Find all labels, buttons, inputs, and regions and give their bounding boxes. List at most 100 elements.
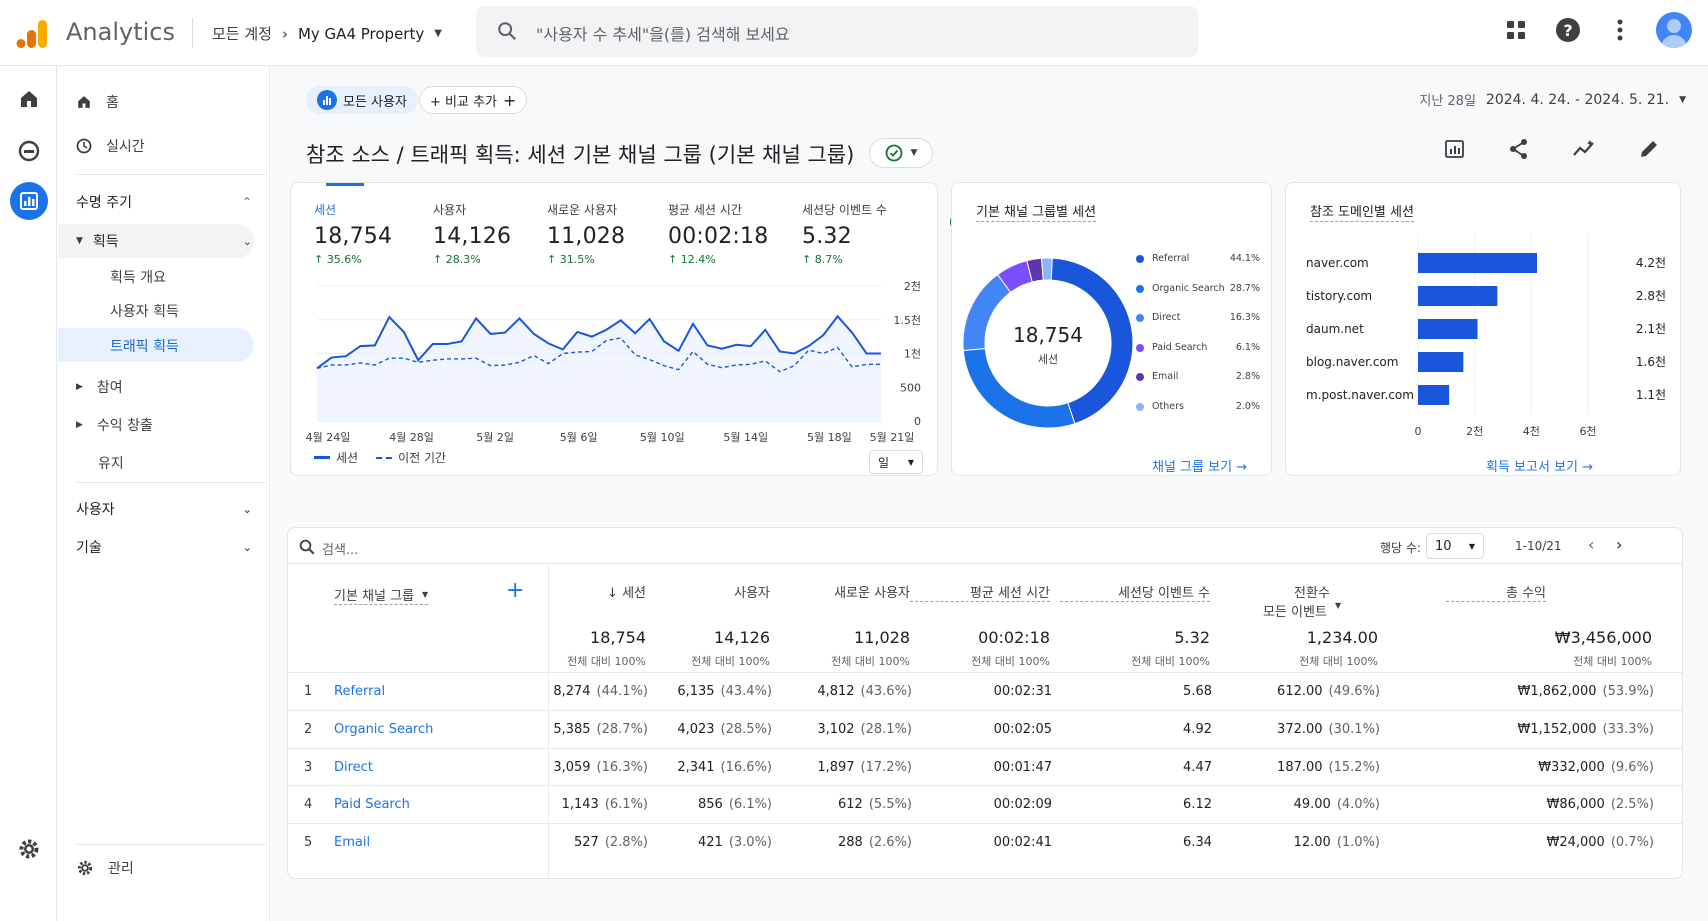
help-icon[interactable]: ? <box>1552 14 1584 46</box>
cell-value: 527 <box>574 835 599 850</box>
legend-label: Others <box>1152 400 1184 412</box>
col-sessions[interactable]: ↓ 세션 <box>526 582 646 601</box>
nav-realtime[interactable]: 실시간 <box>76 136 145 156</box>
cell-value: 3,102 <box>817 722 855 737</box>
nav-user-acq[interactable]: 사용자 획득 <box>110 301 179 321</box>
total-users: 14,126 전체 대비 100% <box>630 628 770 669</box>
nav-user[interactable]: 사용자 ⌄ <box>76 499 252 519</box>
reports-rail-icon[interactable] <box>10 132 48 170</box>
cell-value: 00:02:41 <box>993 835 1052 850</box>
settings-rail-icon[interactable] <box>10 830 48 868</box>
dimension-selector[interactable]: 기본 채널 그룹 ▼ <box>334 585 429 605</box>
bar-category-label: naver.com <box>1306 256 1369 270</box>
account-label: 모든 계정 <box>212 25 272 43</box>
table-cell: 6.12 <box>1072 797 1212 812</box>
table-cell: 372.00 (30.1%) <box>1220 722 1380 737</box>
row-channel-link[interactable]: Email <box>334 835 370 850</box>
prev-page-button[interactable]: ‹ <box>1588 535 1594 554</box>
nav-home[interactable]: 홈 <box>76 92 119 112</box>
customize-report-icon[interactable] <box>1444 138 1466 164</box>
conversion-event-selector[interactable]: 모든 이벤트 ▼ <box>1263 601 1341 620</box>
nav-retention[interactable]: 유지 <box>98 453 124 473</box>
col-revenue[interactable]: 총 수익 <box>1446 582 1546 602</box>
nav-traffic-acq[interactable]: 트래픽 획득 <box>110 336 179 356</box>
cell-value: 2,341 <box>677 760 715 775</box>
cell-pct: (28.5%) <box>720 722 772 737</box>
apps-grid-icon[interactable] <box>1500 14 1532 46</box>
nav-tech[interactable]: 기술 ⌄ <box>76 537 252 557</box>
rows-per-page-select[interactable]: 10 ▼ <box>1426 533 1484 559</box>
analytics-rail-icon[interactable] <box>10 182 48 220</box>
cell-value: 372.00 <box>1277 722 1323 737</box>
cell-pct: (33.3%) <box>1602 722 1654 737</box>
bar-category-label: daum.net <box>1306 322 1364 336</box>
date-range-picker[interactable]: 지난 28일 2024. 4. 24. - 2024. 5. 21. ▼ <box>1419 90 1686 110</box>
col-avg-session[interactable]: 평균 세션 시간 <box>910 582 1050 602</box>
col-events-per-session[interactable]: 세션당 이벤트 수 <box>1060 582 1210 602</box>
legend-pct: 2.0% <box>1235 400 1260 412</box>
channel-group-link[interactable]: 채널 그룹 보기 → <box>1152 456 1247 475</box>
more-vert-icon[interactable] <box>1604 14 1636 46</box>
nav-monetization[interactable]: ▶ 수익 창출 <box>76 415 153 435</box>
nav-acquisition[interactable]: ▼ 획득 ⌄ <box>76 231 252 251</box>
row-channel-link[interactable]: Referral <box>334 684 385 699</box>
table-cell: 4.92 <box>1072 722 1212 737</box>
donut-slice <box>1041 257 1053 281</box>
granularity-value: 일 <box>878 455 890 470</box>
nav-engagement[interactable]: ▶ 참여 <box>76 377 123 397</box>
nav-acq-overview[interactable]: 획득 개요 <box>110 267 166 287</box>
row-number: 3 <box>304 760 313 775</box>
cell-value: 49.00 <box>1293 797 1331 812</box>
search-icon <box>299 539 315 555</box>
col-conversions[interactable]: 전환수 <box>1262 582 1362 601</box>
plus-icon: + <box>503 90 517 110</box>
legend-pct: 6.1% <box>1235 341 1260 353</box>
next-page-button[interactable]: › <box>1616 535 1622 554</box>
granularity-select[interactable]: 일 ▼ <box>869 450 923 474</box>
account-breadcrumb[interactable]: 모든 계정 › My GA4 Property ▼ <box>212 23 442 44</box>
donut-legend-item: Referral 44.1% <box>1136 253 1260 264</box>
rows-per-page-value: 10 <box>1435 538 1452 554</box>
avatar[interactable] <box>1656 12 1692 48</box>
cell-pct: (2.6%) <box>868 835 912 850</box>
app-name: Analytics <box>66 18 175 46</box>
legend-label: Direct <box>1152 312 1181 323</box>
nav-lifecycle[interactable]: 수명 주기 ⌃ <box>76 192 252 212</box>
date-range-label: 지난 28일 <box>1419 94 1476 109</box>
legend-pct: 28.7% <box>1229 282 1260 294</box>
cell-value: 288 <box>838 835 863 850</box>
share-icon[interactable] <box>1508 138 1530 164</box>
row-channel-link[interactable]: Paid Search <box>334 797 410 812</box>
all-users-chip[interactable]: 모든 사용자 <box>306 86 418 114</box>
cell-pct: (5.5%) <box>868 797 912 812</box>
search-bar[interactable]: "사용자 수 추세"을(를) 검색해 보세요 <box>476 6 1198 57</box>
conversion-event-label: 모든 이벤트 <box>1263 605 1327 620</box>
table-search-input[interactable]: 검색... <box>322 539 358 558</box>
col-new-users[interactable]: 새로운 사용자 <box>770 582 910 601</box>
analytics-logo[interactable] <box>16 16 50 50</box>
row-number: 2 <box>304 722 313 737</box>
x-tick-label: 5월 6일 <box>560 430 598 444</box>
add-dimension-button[interactable]: + <box>506 578 524 603</box>
title-status-button[interactable]: ▼ <box>869 138 933 168</box>
row-channel-link[interactable]: Organic Search <box>334 722 433 737</box>
donut-legend-item: Email 2.8% <box>1136 371 1260 382</box>
table-cell: 3,059 (16.3%) <box>508 760 648 775</box>
edit-pencil-icon[interactable] <box>1638 138 1660 164</box>
table-cell: 527 (2.8%) <box>508 835 648 850</box>
home-rail-icon[interactable] <box>10 80 48 118</box>
row-channel-link[interactable]: Direct <box>334 760 373 775</box>
add-compare-button[interactable]: + 비교 추가 + <box>419 86 528 114</box>
cell-value: 4.47 <box>1183 760 1212 775</box>
nav-admin[interactable]: 관리 <box>76 858 134 878</box>
table-cell: 187.00 (15.2%) <box>1220 760 1380 775</box>
caret-right-icon: ▶ <box>76 420 83 430</box>
acquisition-report-link[interactable]: 획득 보고서 보기 → <box>1486 456 1593 475</box>
cell-value: 4,812 <box>817 684 855 699</box>
col-users[interactable]: 사용자 <box>650 582 770 601</box>
insights-icon[interactable] <box>1572 138 1596 164</box>
main-content: 모든 사용자 + 비교 추가 + 지난 28일 2024. 4. 24. - 2… <box>271 66 1708 921</box>
chevron-down-icon: ⌄ <box>242 234 252 248</box>
home-icon <box>78 96 90 108</box>
chevron-right-icon: › <box>281 24 288 43</box>
